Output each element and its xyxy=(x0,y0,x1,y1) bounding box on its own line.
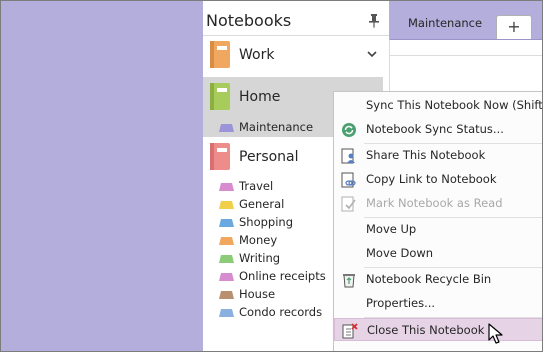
left-background xyxy=(1,1,203,351)
menu-item-mark-read[interactable]: Mark Notebook as Read xyxy=(334,192,542,215)
section-tab-icon xyxy=(219,201,234,209)
section-label: Condo records xyxy=(239,305,323,319)
section-tab-icon xyxy=(219,183,234,191)
notebook-label: Home xyxy=(239,89,281,105)
menu-item-sync-status[interactable]: Notebook Sync Status... xyxy=(334,118,542,141)
sync-status-icon xyxy=(342,123,356,137)
copy-link-icon xyxy=(341,172,356,188)
mouse-cursor-icon xyxy=(488,323,503,344)
onenote-window: Notebooks Work Home Maintenance Personal… xyxy=(0,0,543,352)
notebook-icon xyxy=(210,143,230,170)
notebook-context-menu: Sync This Notebook Now (Shift+F9) Notebo… xyxy=(333,91,543,351)
menu-item-copy-link[interactable]: Copy Link to Notebook xyxy=(334,168,542,191)
section-label: Writing xyxy=(239,251,281,265)
section-tab-icon xyxy=(219,273,234,281)
recycle-bin-icon xyxy=(343,274,355,288)
section-tab-icon xyxy=(219,255,234,263)
section-tab-icon xyxy=(219,124,234,132)
chevron-down-icon[interactable] xyxy=(366,48,378,60)
add-section-button[interactable]: + xyxy=(496,15,532,39)
menu-item-recycle-bin[interactable]: Notebook Recycle Bin xyxy=(334,268,542,291)
notebook-label: Personal xyxy=(239,149,299,165)
menu-item-close-notebook[interactable]: Close This Notebook xyxy=(334,318,542,341)
section-tab-icon xyxy=(219,309,234,317)
menu-item-move-up[interactable]: Move Up xyxy=(334,218,542,241)
section-tab-icon xyxy=(219,237,234,245)
menu-item-sync-now[interactable]: Sync This Notebook Now (Shift+F9) xyxy=(334,94,543,117)
section-label: Shopping xyxy=(239,215,294,229)
tab-maintenance[interactable]: Maintenance xyxy=(395,9,501,39)
menu-item-label: Properties... xyxy=(366,296,436,310)
menu-item-properties[interactable]: Properties... xyxy=(334,292,542,315)
menu-item-label: Move Up xyxy=(366,222,417,236)
tab-label: Maintenance xyxy=(408,16,483,30)
menu-item-share[interactable]: Share This Notebook xyxy=(334,144,542,167)
menu-item-label: Move Down xyxy=(366,246,434,260)
section-label: Travel xyxy=(239,179,274,193)
menu-item-label: Close This Notebook xyxy=(367,323,485,337)
section-tab-icon xyxy=(219,219,234,227)
section-label: Money xyxy=(239,233,278,247)
pin-icon[interactable] xyxy=(368,14,380,28)
menu-item-label: Notebook Sync Status... xyxy=(366,122,504,136)
section-label: Online receipts xyxy=(239,269,326,283)
close-notebook-icon xyxy=(342,323,358,339)
menu-item-label: Notebook Recycle Bin xyxy=(366,272,492,286)
notebook-work[interactable]: Work xyxy=(203,35,383,77)
section-tab-icon xyxy=(219,291,234,299)
page-divider xyxy=(389,55,542,56)
notebook-label: Work xyxy=(239,47,275,63)
menu-item-label: Mark Notebook as Read xyxy=(366,196,503,210)
share-icon xyxy=(341,148,355,164)
notebooks-title: Notebooks xyxy=(206,11,292,30)
section-label: General xyxy=(239,197,285,211)
mark-read-icon xyxy=(341,196,356,212)
menu-item-label: Share This Notebook xyxy=(366,148,486,162)
notebook-icon xyxy=(210,41,230,68)
section-label: Maintenance xyxy=(239,120,314,134)
notebook-icon xyxy=(210,83,230,110)
menu-item-label: Copy Link to Notebook xyxy=(366,172,497,186)
menu-item-move-down[interactable]: Move Down xyxy=(334,242,542,265)
menu-item-label: Sync This Notebook Now (Shift+F9) xyxy=(366,98,543,112)
section-label: House xyxy=(239,287,276,301)
